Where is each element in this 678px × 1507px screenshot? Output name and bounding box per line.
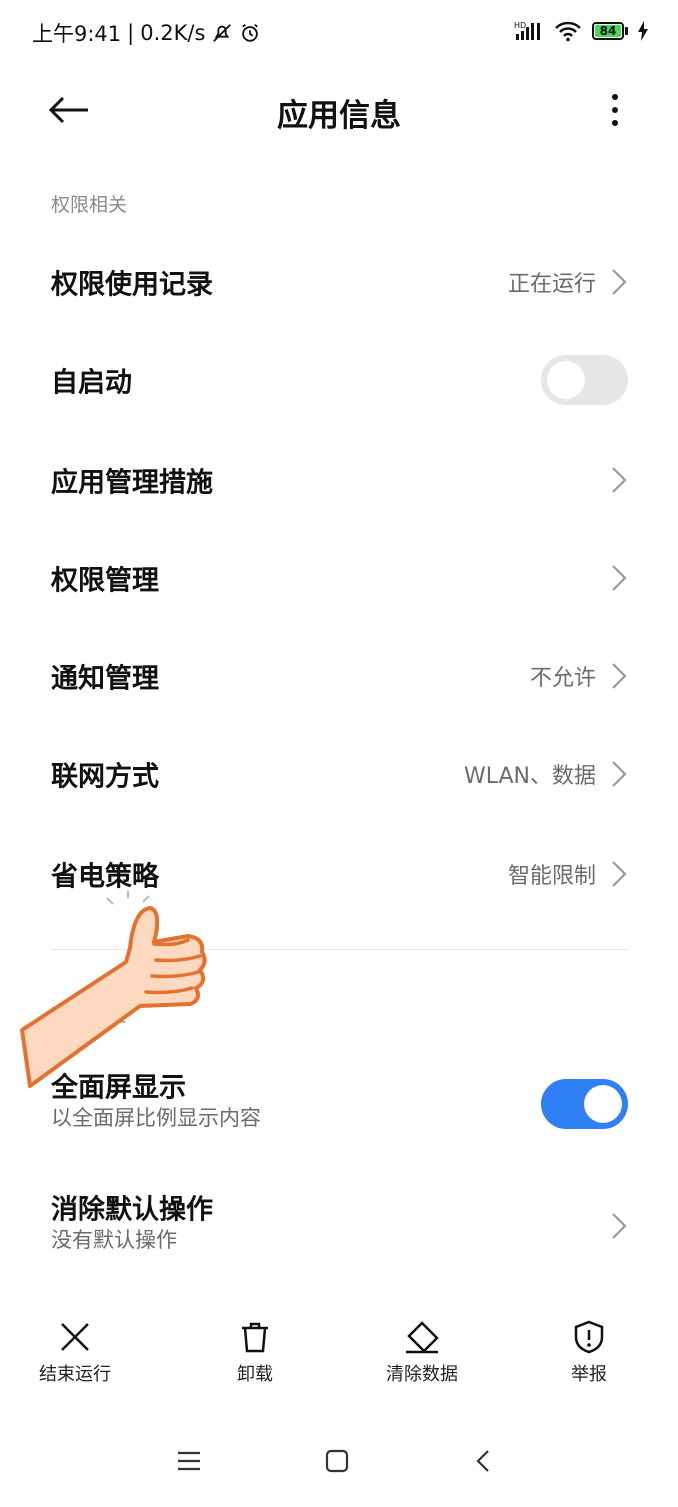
status-left: 上午9:41 | 0.2K/s bbox=[32, 18, 261, 48]
alarm-icon bbox=[242, 23, 259, 42]
row-battery-saver-policy[interactable]: 省电策略 智能限制 bbox=[0, 826, 678, 922]
status-right: HD 84 bbox=[514, 20, 648, 42]
signal-hd-label: HD bbox=[514, 21, 526, 30]
status-bar: 上午9:41 | 0.2K/s HD 84 bbox=[0, 0, 678, 68]
chevron-right-icon bbox=[612, 1213, 627, 1239]
charging-icon bbox=[638, 21, 648, 41]
trash-icon bbox=[242, 1322, 268, 1353]
auto-start-toggle[interactable] bbox=[541, 355, 628, 405]
battery-icon: 84 bbox=[592, 22, 628, 40]
shield-alert-icon bbox=[574, 1320, 604, 1354]
row-label: 联网方式 bbox=[51, 761, 159, 793]
battery-level: 84 bbox=[595, 25, 621, 37]
row-subtitle: 以全面屏比例显示内容 bbox=[51, 1106, 261, 1131]
wifi-icon bbox=[555, 21, 581, 42]
row-label: 应用管理措施 bbox=[51, 467, 213, 499]
back-icon[interactable] bbox=[474, 1448, 492, 1474]
row-label: 省电策略 bbox=[51, 861, 159, 893]
uninstall-button[interactable]: 卸载 bbox=[195, 1320, 315, 1386]
row-permission-usage-record[interactable]: 权限使用记录 正在运行 bbox=[0, 234, 678, 330]
row-label: 全面屏显示 bbox=[51, 1072, 186, 1104]
status-separator: | bbox=[127, 21, 135, 45]
chevron-right-icon bbox=[612, 861, 627, 887]
row-notification-management[interactable]: 通知管理 不允许 bbox=[0, 628, 678, 724]
row-label: 自启动 bbox=[51, 367, 132, 399]
row-network-mode[interactable]: 联网方式 WLAN、数据 bbox=[0, 726, 678, 822]
status-network-speed: 0.2K/s bbox=[140, 21, 206, 45]
system-nav-bar bbox=[0, 1440, 678, 1490]
row-label: 权限管理 bbox=[51, 565, 159, 597]
row-label: 消除默认操作 bbox=[51, 1194, 213, 1226]
eraser-icon bbox=[406, 1321, 439, 1354]
action-label: 举报 bbox=[571, 1364, 607, 1385]
page-title: 应用信息 bbox=[277, 98, 401, 134]
end-process-button[interactable]: 结束运行 bbox=[15, 1320, 135, 1386]
status-time: 上午9:41 bbox=[32, 22, 122, 46]
row-label: 通知管理 bbox=[51, 663, 159, 695]
action-label: 结束运行 bbox=[39, 1364, 111, 1385]
action-label: 卸载 bbox=[237, 1364, 273, 1385]
section-label-permissions: 权限相关 bbox=[51, 194, 128, 216]
row-value: 智能限制 bbox=[507, 864, 596, 889]
signal-icon: HD bbox=[514, 21, 540, 40]
row-subtitle: 没有默认操作 bbox=[51, 1228, 177, 1253]
mute-icon bbox=[213, 24, 232, 42]
action-label: 清除数据 bbox=[386, 1364, 458, 1385]
fullscreen-display-toggle[interactable] bbox=[541, 1079, 628, 1129]
row-permission-management[interactable]: 权限管理 bbox=[0, 530, 678, 626]
row-clear-defaults[interactable]: 消除默认操作 没有默认操作 bbox=[0, 1178, 678, 1274]
menu-icon[interactable] bbox=[176, 1448, 202, 1474]
row-value: WLAN、数据 bbox=[463, 764, 596, 789]
section-divider bbox=[51, 949, 628, 950]
close-icon bbox=[61, 1323, 89, 1351]
home-icon[interactable] bbox=[324, 1448, 350, 1474]
chevron-right-icon bbox=[612, 269, 627, 295]
report-button[interactable]: 举报 bbox=[529, 1320, 649, 1386]
app-bar: 应用信息 bbox=[0, 68, 678, 152]
row-fullscreen-display: 全面屏显示 以全面屏比例显示内容 bbox=[0, 1056, 678, 1152]
row-value: 正在运行 bbox=[507, 272, 596, 297]
action-bar: 结束运行 卸载 清除数据 举报 bbox=[0, 1320, 678, 1400]
row-app-management-measures[interactable]: 应用管理措施 bbox=[0, 432, 678, 528]
more-options-icon[interactable] bbox=[600, 90, 630, 130]
chevron-right-icon bbox=[612, 565, 627, 591]
section-label-advanced: 高级设置 bbox=[51, 1004, 128, 1026]
chevron-right-icon bbox=[612, 467, 627, 493]
chevron-right-icon bbox=[612, 663, 627, 689]
clear-data-button[interactable]: 清除数据 bbox=[362, 1320, 482, 1386]
row-auto-start: 自启动 bbox=[0, 332, 678, 428]
row-label: 权限使用记录 bbox=[51, 269, 213, 301]
row-value: 不允许 bbox=[529, 666, 596, 691]
chevron-right-icon bbox=[612, 761, 627, 787]
